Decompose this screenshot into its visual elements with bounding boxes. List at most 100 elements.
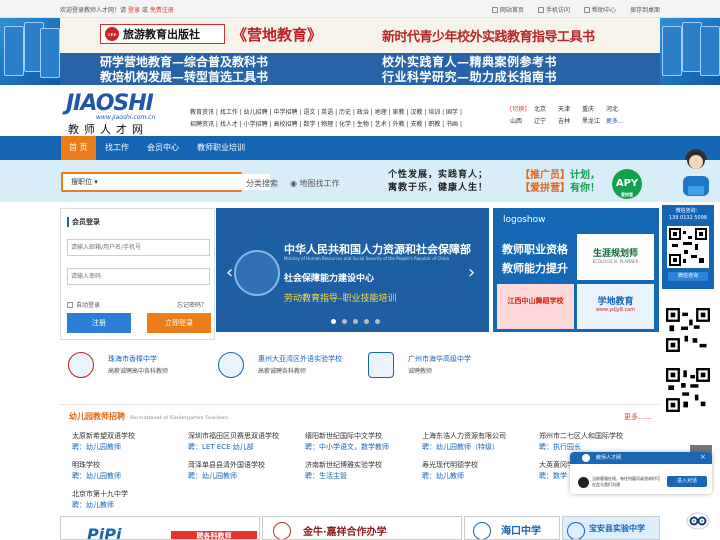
register-button[interactable]: 注册	[67, 313, 131, 333]
job-school[interactable]: 寿光现代明德学校	[422, 460, 540, 471]
job-position[interactable]: 聘：生活主管	[305, 471, 423, 482]
job-item[interactable]: 深圳市福田区贝赛思双语学校 聘：LET ECE 幼儿部	[188, 431, 306, 453]
job-position[interactable]: 聘：幼儿教师	[72, 500, 190, 511]
remember-me-checkbox[interactable]: 自动登录	[67, 300, 100, 309]
carousel-dot[interactable]	[342, 319, 347, 324]
carousel-dot[interactable]	[375, 319, 380, 324]
city-link[interactable]: 山西	[510, 119, 534, 125]
wechat-consult-button[interactable]: 微信咨询	[668, 272, 708, 281]
job-item[interactable]: 济南新世纪博雅实验学校 聘：生活主管	[305, 460, 423, 482]
job-item[interactable]: 郑州市二七区人和国际学校 聘：执行园长	[539, 431, 649, 453]
job-school[interactable]: 济南新世纪博雅实验学校	[305, 460, 423, 471]
carousel-prev-icon[interactable]: ‹	[226, 262, 233, 283]
mobile-link-label[interactable]: 手机访问	[546, 5, 570, 14]
nav-home[interactable]: 首 页	[61, 136, 96, 160]
job-item[interactable]: 菏泽单县县清外国语学校 聘：幼儿园教师	[188, 460, 306, 482]
chat-bot-icon[interactable]	[686, 510, 710, 530]
ad-baoan[interactable]: 宝安县实验中学	[562, 516, 660, 540]
promoter-ad[interactable]: 【推广员】计划， 【爱拼营】有你！	[520, 169, 600, 195]
category-row[interactable]: 教育资讯 | 找工作 | 幼儿招聘 | 中学招聘 | 语文 | 英语 | 历史 …	[190, 107, 480, 119]
help-link[interactable]: 帮助中心	[583, 5, 616, 14]
logoshow-tile-dance[interactable]: 江西中山舞蹈学校	[497, 284, 574, 329]
job-position[interactable]: 聘：幼儿园教师	[72, 442, 190, 453]
job-school[interactable]: 上海东浩人力资源有限公司	[422, 431, 540, 442]
more-cities-link[interactable]: 更多...	[606, 119, 630, 125]
login-button[interactable]: 立即登录	[147, 313, 211, 333]
city-link[interactable]: 重庆	[582, 107, 606, 113]
job-position[interactable]: 聘：幼儿园教师	[72, 471, 190, 482]
job-item[interactable]: 寿光现代明德学校 聘：幼儿教师	[422, 460, 540, 482]
logoshow-tile-xuedi[interactable]: 学地教育 www.ydjy8.com	[577, 284, 654, 329]
ad-haikou[interactable]: 海口中学	[464, 516, 560, 540]
apy-badge[interactable]: APY 爱拼营	[612, 169, 642, 199]
close-icon[interactable]: ×	[700, 453, 706, 461]
job-position[interactable]: 聘：幼儿园教师	[188, 471, 306, 482]
search-type-select[interactable]: 搜职位 ▾	[63, 174, 110, 190]
customer-service-avatar-icon[interactable]	[680, 146, 712, 196]
job-position[interactable]: 聘：LET ECE 幼儿部	[188, 442, 306, 453]
job-item[interactable]: 明珠学校 聘：幼儿园教师	[72, 460, 190, 482]
job-school[interactable]: 菏泽单县县清外国语学校	[188, 460, 306, 471]
job-position[interactable]: 聘：幼儿教师	[422, 471, 540, 482]
carousel-dot[interactable]	[331, 319, 336, 324]
school-card[interactable]: 珠海市香樟中学 高薪诚聘高中各科教师	[60, 346, 210, 384]
job-item[interactable]: 上海东浩人力资源有限公司 聘：幼儿园教师（特级）	[422, 431, 540, 453]
job-school[interactable]: 缙阳新世纪国际中文学校	[305, 431, 423, 442]
job-school[interactable]: 北京市第十九中学	[72, 489, 190, 500]
city-link[interactable]: 河北	[606, 107, 630, 113]
logoshow-tile-planner[interactable]: 生涯规划师 ECOLOGICAL PLANNER	[577, 234, 654, 280]
city-link[interactable]: 吉林	[558, 119, 582, 125]
city-link[interactable]: 天津	[558, 107, 582, 113]
city-link[interactable]: 辽宁	[534, 119, 558, 125]
carousel-next-icon[interactable]: ›	[468, 262, 475, 283]
city-link[interactable]: 北京	[534, 107, 558, 113]
password-input[interactable]	[67, 268, 210, 285]
ad-pipi[interactable]: PiPi 聘各科教师	[60, 516, 260, 540]
home-link-label[interactable]: 网站首页	[500, 5, 524, 14]
job-school[interactable]: 太原新希望双语学校	[72, 431, 190, 442]
job-position[interactable]: 聘：中小学语文，数学教师	[305, 442, 423, 453]
forgot-password-link[interactable]: 忘记密码？	[177, 300, 207, 309]
category-row[interactable]: 招聘资讯 | 找人才 | 小学招聘 | 高校招聘 | 数学 | 物理 | 化学 …	[190, 119, 480, 131]
nav-member-center[interactable]: 会员中心	[147, 136, 179, 160]
nav-teacher-training[interactable]: 教师职业培训	[197, 136, 245, 160]
category-links[interactable]: 教育资讯 | 找工作 | 幼儿招聘 | 中学招聘 | 语文 | 英语 | 历史 …	[190, 107, 480, 131]
home-link[interactable]: 网站首页	[491, 5, 524, 14]
logoshow-big-text[interactable]: 教师职业资格 教师能力提升	[502, 240, 568, 278]
city-link[interactable]: 黑龙江	[582, 119, 606, 125]
job-school[interactable]: 深圳市福田区贝赛思双语学校	[188, 431, 306, 442]
checkbox-icon[interactable]	[67, 301, 73, 308]
map-search-link[interactable]: ◉ 地图找工作	[290, 178, 340, 189]
school-name[interactable]: 珠海市香樟中学	[108, 354, 157, 364]
search-button[interactable]: 搜索	[210, 172, 242, 192]
account-input[interactable]	[67, 239, 210, 256]
more-jobs-link[interactable]: 更多……	[624, 412, 652, 422]
city-switch-link[interactable]: [切换]	[510, 107, 534, 113]
help-link-label[interactable]: 帮助中心	[592, 5, 616, 14]
job-position[interactable]: 聘：幼儿园教师（特级）	[422, 442, 540, 453]
nav-find-job[interactable]: 找工作	[105, 136, 129, 160]
mobile-link[interactable]: 手机访问	[537, 5, 570, 14]
carousel-dot[interactable]	[364, 319, 369, 324]
job-item[interactable]: 北京市第十九中学 聘：幼儿教师	[72, 489, 190, 511]
top-banner-ad[interactable]: TEP 旅游教育出版社 《营地教育》 新时代青少年校外实践教育指导工具书 研学营…	[0, 18, 720, 85]
login-link[interactable]: 登录	[128, 7, 140, 14]
job-school[interactable]: 郑州市二七区人和国际学校	[539, 431, 649, 442]
school-name[interactable]: 广州市海华高级中学	[408, 354, 471, 364]
school-card[interactable]: 广州市海华高级中学 诚聘教师	[360, 346, 510, 384]
school-name[interactable]: 惠州大亚湾区外语实验学校	[258, 354, 342, 364]
category-search-link[interactable]: 分类搜索	[246, 178, 278, 189]
save-desktop-link[interactable]: 保存到桌面	[630, 5, 660, 14]
start-chat-button[interactable]: 进入对话	[667, 476, 707, 487]
save-desktop-label[interactable]: 保存到桌面	[630, 5, 660, 14]
site-logo[interactable]: JIAOSHI www.jiaoshi.com.cn 教师人才网	[66, 93, 178, 137]
ad-jinniu[interactable]: 金牛·嘉祥合作办学	[262, 516, 462, 540]
job-school[interactable]: 明珠学校	[72, 460, 190, 471]
school-card[interactable]: 惠州大亚湾区外语实验学校 高薪诚聘各科教师	[210, 346, 360, 384]
school-emblem-icon	[567, 522, 585, 539]
carousel-dot[interactable]	[353, 319, 358, 324]
job-item[interactable]: 太原新希望双语学校 聘：幼儿园教师	[72, 431, 190, 453]
job-item[interactable]: 缙阳新世纪国际中文学校 聘：中小学语文，数学教师	[305, 431, 423, 453]
main-carousel[interactable]: 中华人民共和国人力资源和社会保障部 Ministry of Human Reso…	[216, 208, 489, 332]
register-link[interactable]: 免费注册	[150, 7, 174, 14]
